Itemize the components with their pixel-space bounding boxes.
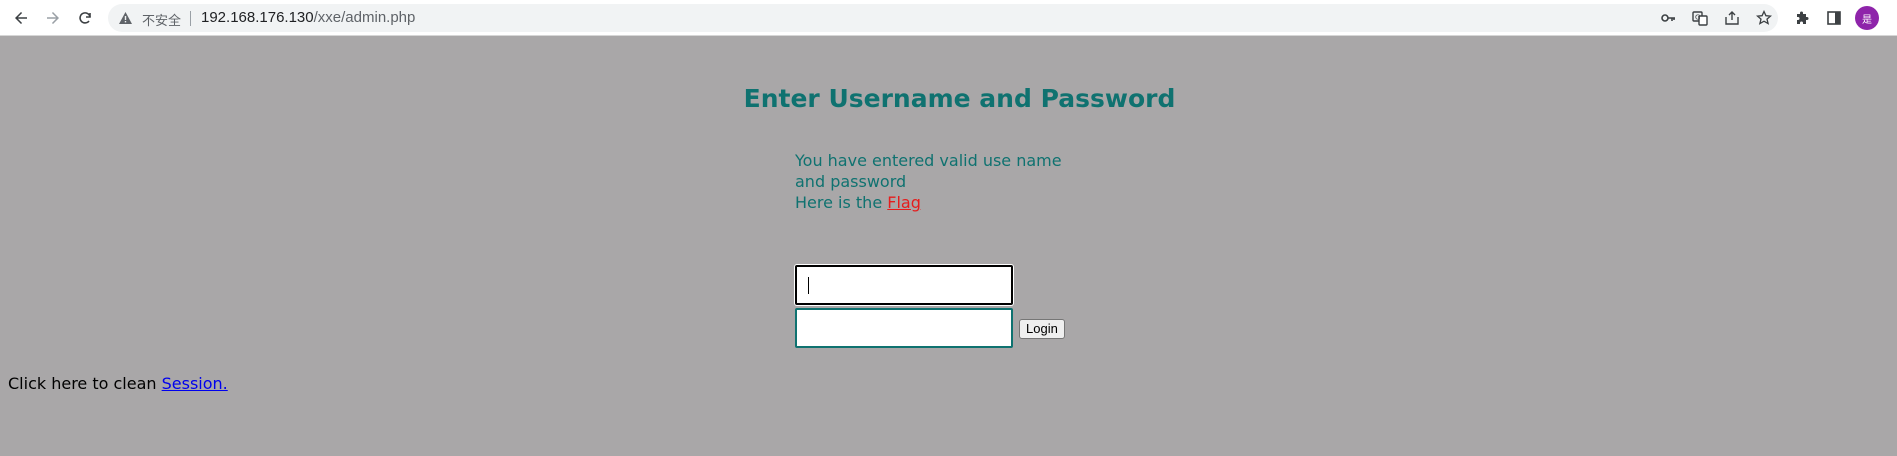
username-input[interactable] xyxy=(795,265,1013,305)
session-link[interactable]: Session. xyxy=(162,374,228,393)
side-panel-button[interactable] xyxy=(1822,6,1846,30)
flag-prefix-text: Here is the xyxy=(795,193,888,212)
browser-toolbar: 不安全 192.168.176.130/xxe/admin.php G 是 xyxy=(0,0,1897,36)
extensions-icon xyxy=(1797,11,1809,24)
side-panel-icon xyxy=(1827,11,1841,25)
address-bar[interactable]: 不安全 192.168.176.130/xxe/admin.php G xyxy=(108,4,1778,32)
star-icon[interactable] xyxy=(1756,10,1772,26)
share-icon[interactable] xyxy=(1724,10,1740,26)
key-icon[interactable] xyxy=(1660,10,1676,26)
security-label[interactable]: 不安全 xyxy=(142,10,181,29)
warning-icon[interactable] xyxy=(118,11,133,25)
password-input[interactable] xyxy=(795,308,1013,348)
session-prefix-text: Click here to clean xyxy=(8,374,162,393)
back-arrow-icon xyxy=(15,12,27,24)
forward-button[interactable] xyxy=(41,6,65,30)
extensions-button[interactable] xyxy=(1790,6,1814,30)
login-message: You have entered valid use name and pass… xyxy=(795,150,1095,213)
session-line: Click here to clean Session. xyxy=(8,374,228,393)
page-content: Enter Username and Password You have ent… xyxy=(0,36,1897,456)
url-path: /xxe/admin.php xyxy=(313,9,416,26)
back-button[interactable] xyxy=(9,6,33,30)
flag-link[interactable]: Flag xyxy=(887,193,921,212)
text-caret xyxy=(808,277,809,294)
translate-icon[interactable]: G xyxy=(1692,10,1708,26)
reload-button[interactable] xyxy=(73,6,97,30)
page-heading: Enter Username and Password xyxy=(743,84,1176,113)
reload-icon xyxy=(79,12,91,24)
login-button[interactable]: Login xyxy=(1019,319,1065,339)
url-host: 192.168.176.130 xyxy=(201,9,314,26)
omnibox-divider xyxy=(190,11,191,26)
svg-text:G: G xyxy=(1695,14,1700,22)
profile-avatar[interactable]: 是 xyxy=(1855,6,1879,30)
valid-credentials-text: You have entered valid use name and pass… xyxy=(795,151,1062,191)
url-text[interactable]: 192.168.176.130/xxe/admin.php xyxy=(201,9,415,26)
forward-arrow-icon xyxy=(47,12,59,24)
